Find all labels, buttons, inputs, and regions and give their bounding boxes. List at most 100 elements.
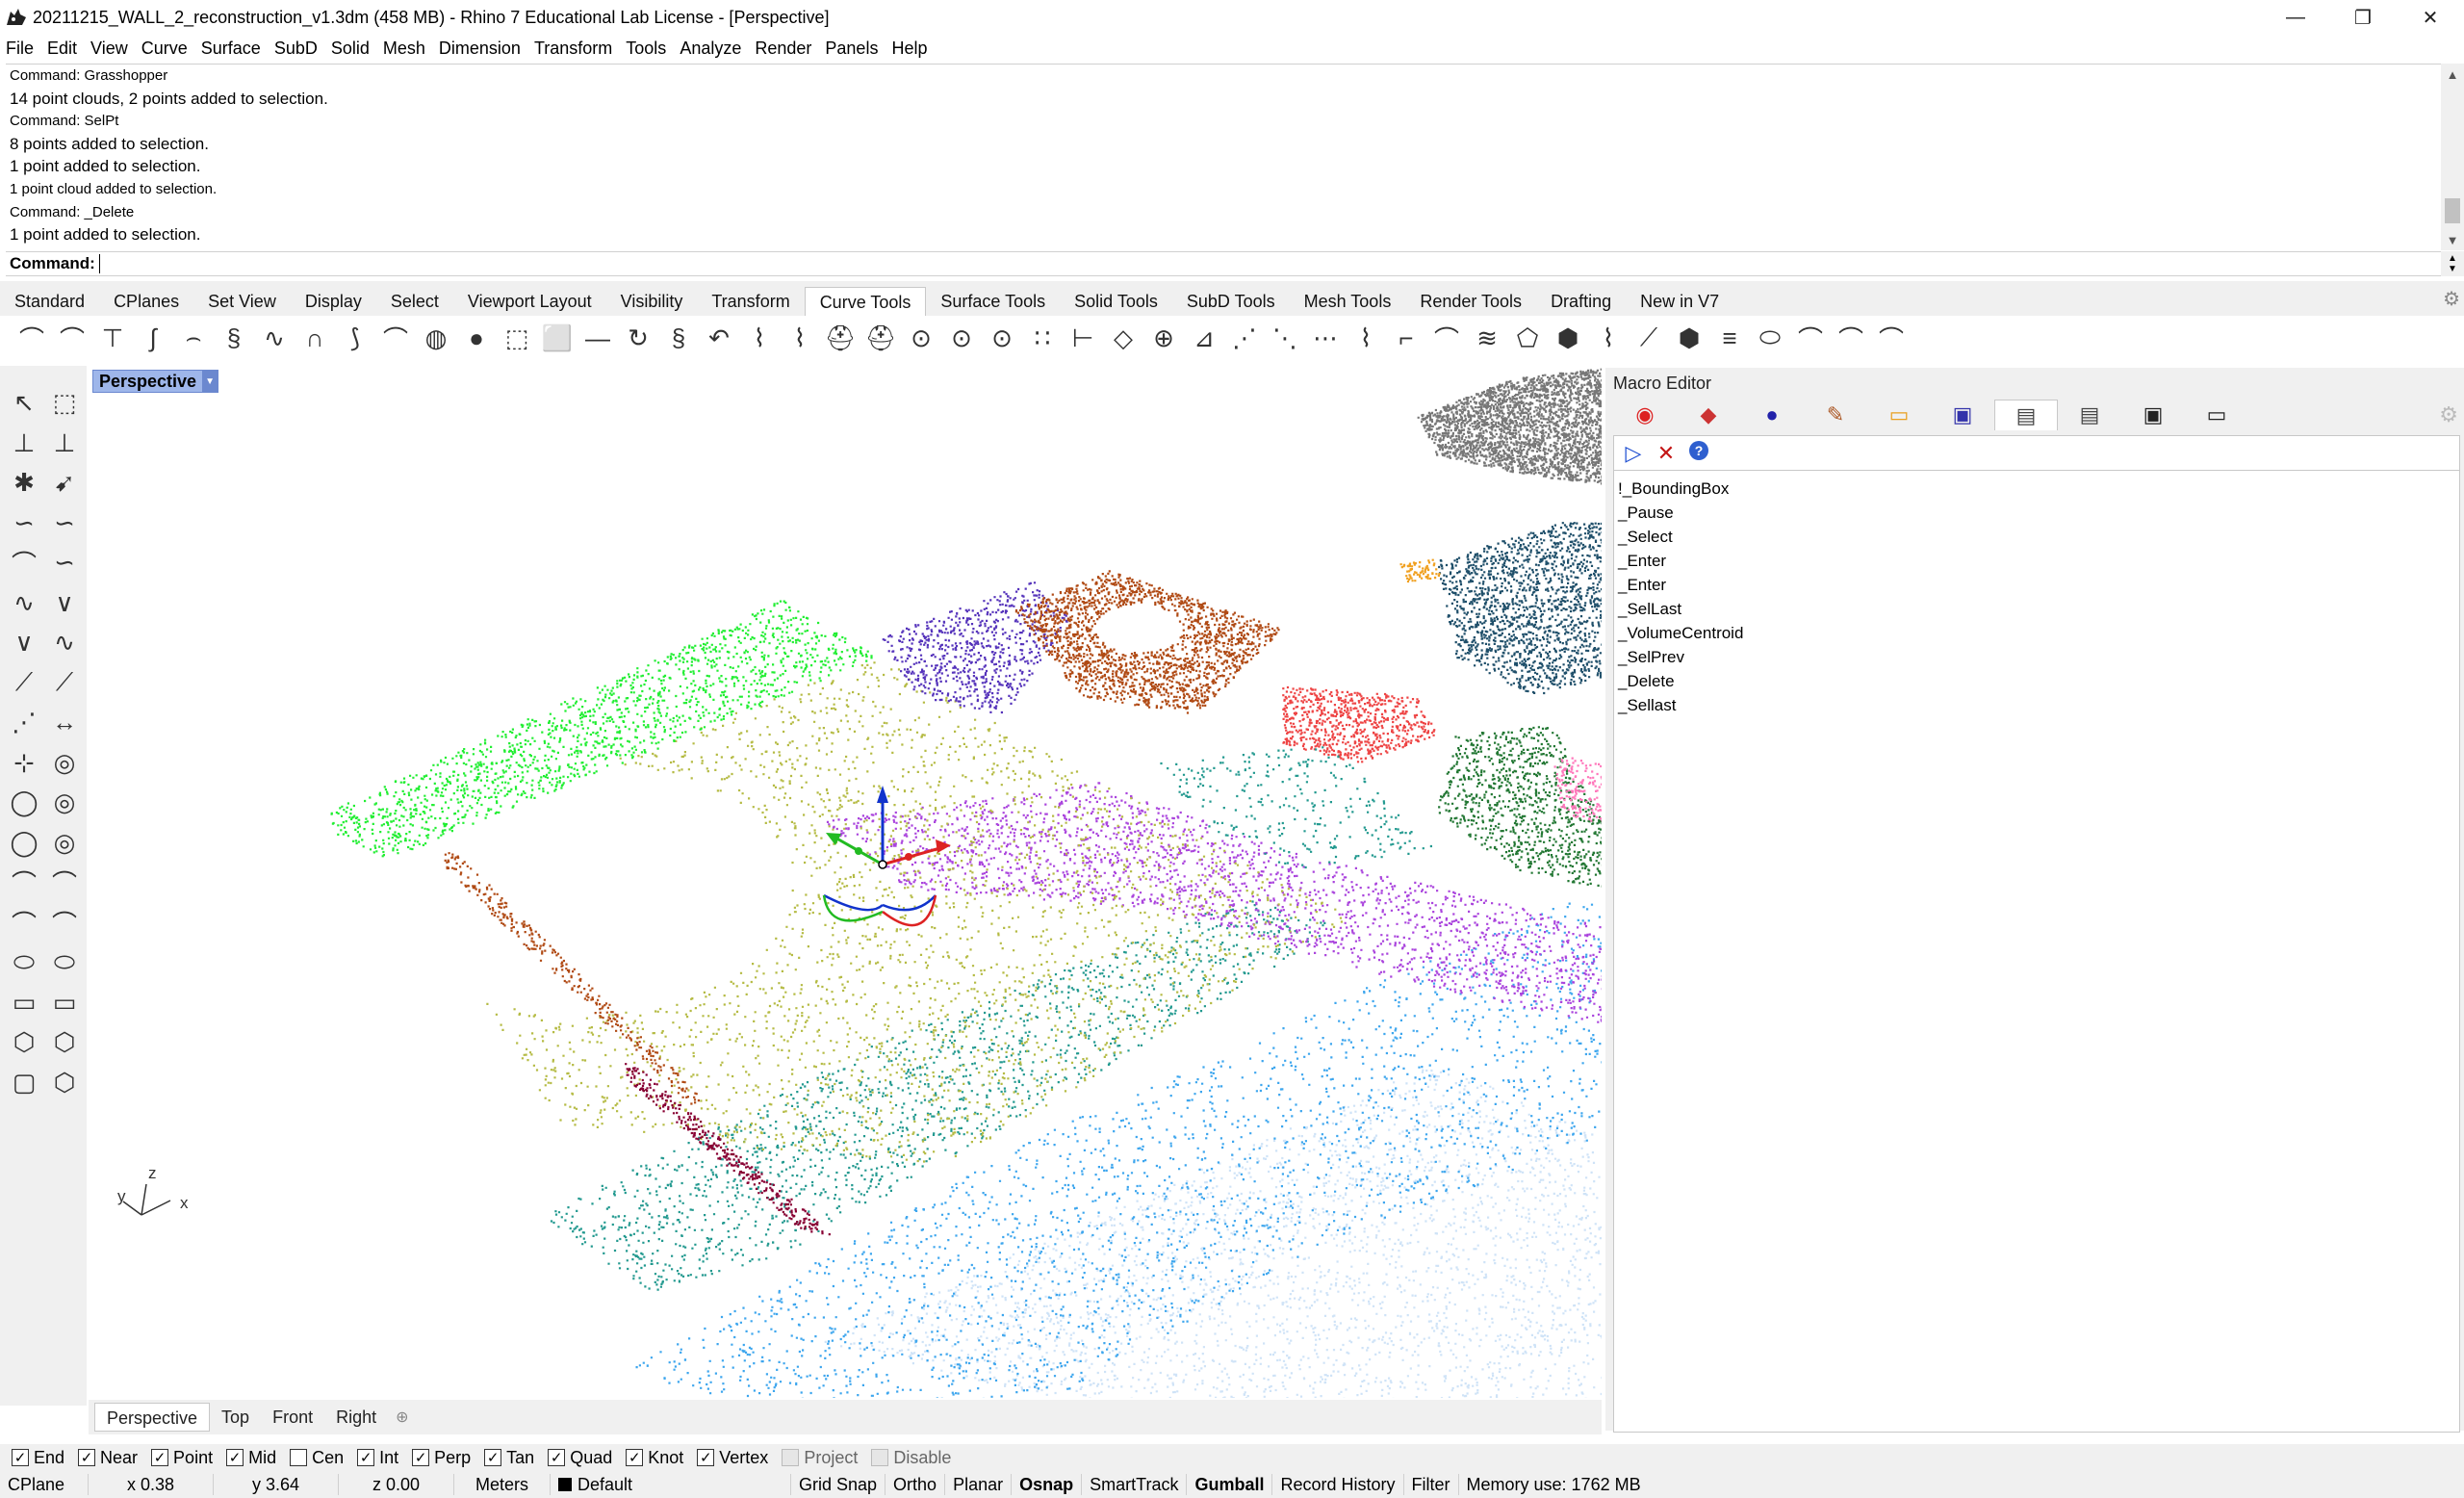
- display-icon[interactable]: ▭: [2185, 400, 2248, 430]
- units-indicator[interactable]: Meters: [454, 1474, 551, 1495]
- menu-item-subd[interactable]: SubD: [268, 39, 324, 59]
- crv-seam-icon[interactable]: ↶: [699, 318, 739, 358]
- macro-line[interactable]: _Enter: [1618, 573, 2455, 597]
- cloud-brown-strip[interactable]: [444, 852, 700, 1105]
- cv-curve-icon[interactable]: ∽: [44, 504, 85, 544]
- smooth-icon[interactable]: ⬢: [1669, 318, 1709, 358]
- make-uniform-icon[interactable]: ⛑: [860, 318, 901, 358]
- extend-curve-icon[interactable]: ⌒: [375, 318, 416, 358]
- minimize-button[interactable]: —: [2262, 0, 2329, 35]
- macro-line[interactable]: _Pause: [1618, 501, 2455, 525]
- cloud-navy[interactable]: [1438, 522, 1602, 695]
- menu-item-solid[interactable]: Solid: [324, 39, 376, 59]
- hatch-icon[interactable]: ⌒: [1871, 318, 1912, 358]
- arc-center-icon[interactable]: ◯: [4, 823, 44, 864]
- polygon-2-icon[interactable]: ▭: [44, 983, 85, 1023]
- menu-item-analyze[interactable]: Analyze: [673, 39, 748, 59]
- tab-standard[interactable]: Standard: [0, 287, 99, 316]
- material-icon[interactable]: ◆: [1677, 400, 1740, 430]
- close-x-icon[interactable]: ✕: [1655, 441, 1678, 466]
- status-toggle-record-history[interactable]: Record History: [1272, 1474, 1404, 1495]
- camera-icon[interactable]: ▣: [2121, 400, 2185, 430]
- cloud-pink[interactable]: [1553, 757, 1603, 822]
- rebuild-curve-icon[interactable]: ⛑: [820, 318, 860, 358]
- project-icon[interactable]: ≡: [1709, 318, 1750, 358]
- environment-icon[interactable]: ●: [1740, 400, 1804, 430]
- line-2-icon[interactable]: ⟋: [44, 663, 85, 704]
- osnap-near[interactable]: ✓ Near: [78, 1448, 138, 1468]
- explode-icon[interactable]: ⌒: [1426, 318, 1467, 358]
- menu-item-edit[interactable]: Edit: [40, 39, 84, 59]
- cplane-indicator[interactable]: CPlane: [0, 1474, 89, 1495]
- cube-icon[interactable]: ▢: [4, 1063, 44, 1103]
- cloud-darkgreen[interactable]: [1438, 726, 1602, 888]
- menu-item-curve[interactable]: Curve: [135, 39, 194, 59]
- point-on-curve-icon[interactable]: ●: [456, 318, 497, 358]
- point-icon[interactable]: ⊥: [4, 424, 44, 464]
- panel-settings-gear-icon[interactable]: ⚙: [2439, 402, 2458, 427]
- macro-text-editor[interactable]: !_BoundingBox _Pause _Select _Enter _Enter _S…: [1613, 470, 2460, 1433]
- helix-icon[interactable]: ∿: [4, 583, 44, 624]
- freeform-icon[interactable]: ⬡: [4, 1022, 44, 1063]
- point-2-icon[interactable]: ⋰: [4, 703, 44, 743]
- remove-knot-icon[interactable]: ⊿: [1184, 318, 1224, 358]
- tab-set-view[interactable]: Set View: [193, 287, 291, 316]
- tab-drafting[interactable]: Drafting: [1536, 287, 1626, 316]
- circle-2-icon[interactable]: ◎: [44, 783, 85, 823]
- select-window-icon[interactable]: ⬚: [44, 383, 85, 424]
- offset-multiple-icon[interactable]: ⬠: [1507, 318, 1548, 358]
- macro-line[interactable]: _Delete: [1618, 669, 2455, 693]
- viewport-tab-top[interactable]: Top: [210, 1403, 261, 1432]
- refit-curve-icon[interactable]: ⌇: [780, 318, 820, 358]
- extend-arc-icon[interactable]: ◍: [416, 318, 456, 358]
- command-input[interactable]: [103, 254, 681, 273]
- menu-item-surface[interactable]: Surface: [194, 39, 268, 59]
- tab-visibility[interactable]: Visibility: [606, 287, 698, 316]
- status-toggle-gumball[interactable]: Gumball: [1187, 1474, 1273, 1495]
- blend-icon[interactable]: ✱: [4, 463, 44, 504]
- toolbar-settings-gear-icon[interactable]: ⚙: [2443, 287, 2460, 311]
- osnap-mid[interactable]: ✓ Mid: [226, 1448, 276, 1468]
- circle-icon[interactable]: ◯: [4, 783, 44, 823]
- status-toggle-osnap[interactable]: Osnap: [1012, 1474, 1083, 1495]
- interpolate-icon[interactable]: ∽: [4, 504, 44, 544]
- osnap-tan[interactable]: ✓ Tan: [484, 1448, 534, 1468]
- tab-surface-tools[interactable]: Surface Tools: [926, 287, 1060, 316]
- project-to-surface-icon[interactable]: ⬜: [537, 318, 578, 358]
- handle-curve-icon[interactable]: ⌒: [1790, 318, 1831, 358]
- document-icon[interactable]: ▤: [2058, 400, 2121, 430]
- command-history-scrollbar[interactable]: ▲ ▼: [2441, 64, 2464, 250]
- flow-icon[interactable]: ⌇: [1588, 318, 1629, 358]
- rectangle-2-icon[interactable]: ⬭: [4, 943, 44, 983]
- osnap-knot[interactable]: ✓ Knot: [626, 1448, 683, 1468]
- osnap-cen[interactable]: Cen: [290, 1448, 344, 1468]
- delete-segment-icon[interactable]: ⌇: [1346, 318, 1386, 358]
- fix-curve-icon[interactable]: ⊙: [941, 318, 982, 358]
- menu-item-panels[interactable]: Panels: [818, 39, 885, 59]
- command-spinner[interactable]: ▲ ▼: [2441, 251, 2464, 276]
- spin-down-icon[interactable]: ▼: [2448, 264, 2457, 274]
- arrow-icon[interactable]: ➹: [44, 463, 85, 504]
- viewport-title[interactable]: Perspective ▼: [92, 370, 219, 393]
- arc-blend-icon[interactable]: ∩: [295, 318, 335, 358]
- scroll-down-icon[interactable]: ▼: [2441, 229, 2464, 250]
- cloud-gray[interactable]: [1417, 368, 1602, 485]
- folder-icon[interactable]: ▭: [1867, 400, 1931, 430]
- run-icon[interactable]: ▷: [1622, 441, 1645, 466]
- checkbox-icon[interactable]: ✓: [626, 1449, 644, 1466]
- notes-icon[interactable]: ▤: [1994, 400, 2058, 430]
- macro-line[interactable]: _Select: [1618, 525, 2455, 549]
- line-segment-icon[interactable]: ∿: [44, 623, 85, 663]
- select-arrow-icon[interactable]: ↖: [4, 383, 44, 424]
- checkbox-icon[interactable]: ✓: [412, 1449, 430, 1466]
- checkbox-icon[interactable]: ✓: [357, 1449, 375, 1466]
- checkbox-icon[interactable]: ✓: [697, 1449, 715, 1466]
- cloud-violet[interactable]: [826, 782, 1602, 1023]
- tab-render-tools[interactable]: Render Tools: [1405, 287, 1536, 316]
- osnap-point[interactable]: ✓ Point: [151, 1448, 213, 1468]
- menu-item-mesh[interactable]: Mesh: [376, 39, 432, 59]
- divide-length-icon[interactable]: ◇: [1103, 318, 1143, 358]
- osnap-disable[interactable]: Disable: [871, 1448, 951, 1468]
- cloud-red[interactable]: [1282, 685, 1436, 763]
- checkbox-icon[interactable]: [290, 1449, 308, 1466]
